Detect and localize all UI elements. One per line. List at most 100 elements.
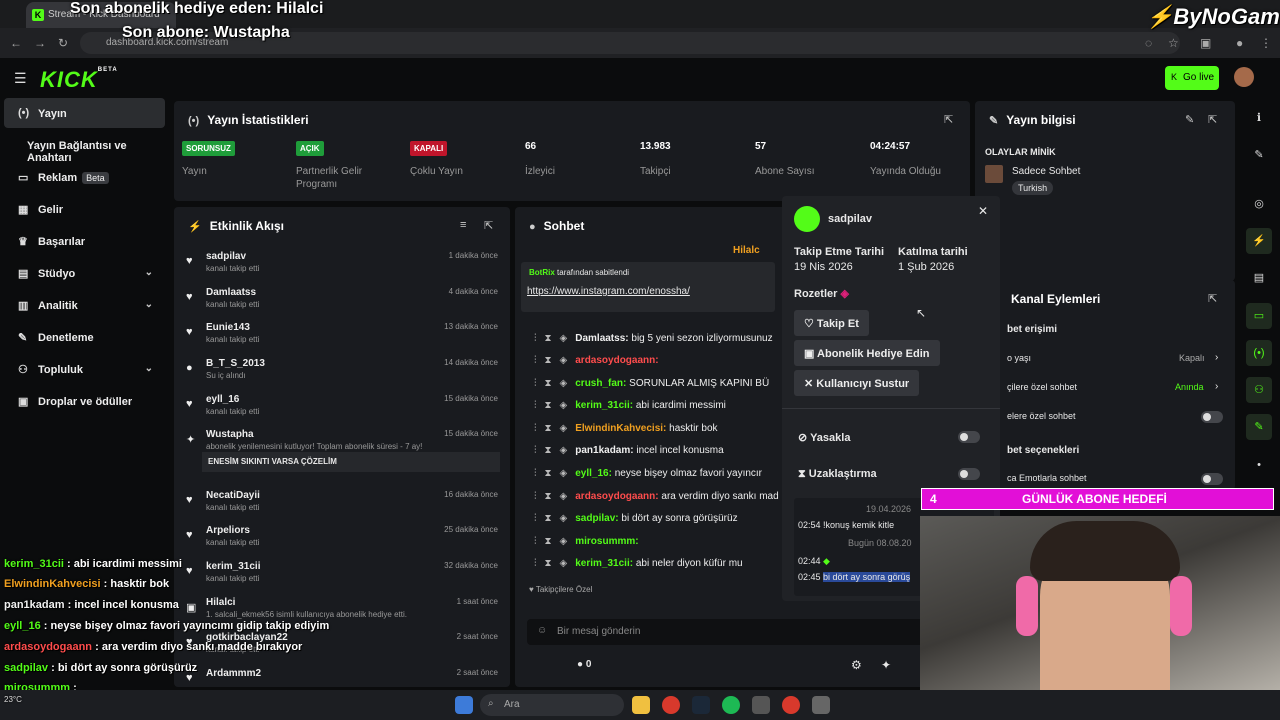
timeout-icon[interactable]: ⧗ bbox=[545, 355, 552, 366]
popout-icon[interactable]: ⇱ bbox=[484, 219, 493, 232]
mod-tools-icon[interactable]: ✦ bbox=[881, 658, 891, 672]
profile-icon[interactable]: ● bbox=[1236, 36, 1243, 50]
chat-username[interactable]: ElwindinKahvecisi bbox=[575, 423, 663, 434]
timeout-icon[interactable]: ⧗ bbox=[545, 468, 552, 479]
timeout-icon[interactable]: ⧗ bbox=[545, 491, 552, 502]
chat-username[interactable]: crush_fan bbox=[575, 378, 623, 389]
menu-kebab-icon[interactable]: ⋮ bbox=[1260, 36, 1272, 50]
ban-toggle[interactable] bbox=[958, 431, 980, 443]
timeout-icon[interactable]: ⧗ bbox=[545, 558, 552, 569]
pinned-link[interactable]: https://www.instagram.com/enossha/ bbox=[527, 286, 690, 297]
activity-username[interactable]: sadpilav bbox=[206, 251, 246, 262]
activity-username[interactable]: B_T_S_2013 bbox=[206, 358, 265, 369]
sidebar-item-denetleme[interactable]: ✎ Denetleme bbox=[4, 322, 165, 352]
spotify-icon[interactable] bbox=[722, 696, 740, 714]
sidebar-item-droplar[interactable]: ▣ Droplar ve ödüller bbox=[4, 386, 165, 416]
pin-icon[interactable]: ⫶ bbox=[534, 513, 537, 524]
setting-value[interactable]: Anında bbox=[1175, 382, 1204, 392]
activity-username[interactable]: eyll_16 bbox=[206, 394, 239, 405]
chat-message[interactable]: ⫶ ⧗ ◈ eyll_16: neyse bişey olmaz favori yay… bbox=[534, 468, 762, 479]
more-icon[interactable]: • bbox=[1246, 452, 1272, 478]
bolt-icon[interactable]: ⚡ bbox=[1246, 228, 1272, 254]
toggle-switch[interactable] bbox=[1201, 473, 1223, 485]
chat-username[interactable]: Damlaatss bbox=[575, 333, 625, 344]
pin-icon[interactable]: ⫶ bbox=[534, 491, 537, 502]
sidebar-item-topluluk[interactable]: ⚇ Topluluk ⌄ bbox=[4, 354, 165, 384]
activity-username[interactable]: Ardammm2 bbox=[206, 668, 261, 679]
chat-message[interactable]: ⫶ ⧗ ◈ crush_fan: SORUNLAR ALMIŞ KAPINI BÜ bbox=[534, 378, 769, 389]
pin-icon[interactable]: ⫶ bbox=[534, 468, 537, 479]
users-icon[interactable]: ⚇ bbox=[1246, 377, 1272, 403]
pin-icon[interactable]: ⫶ bbox=[534, 536, 537, 547]
timeout-icon[interactable]: ⧗ bbox=[545, 378, 552, 389]
activity-username[interactable]: Eunie143 bbox=[206, 322, 250, 333]
sidebar-item-basarilar[interactable]: ♛ Başarılar bbox=[4, 226, 165, 256]
popout-icon[interactable]: ⇱ bbox=[944, 113, 953, 126]
chat-message[interactable]: ⫶ ⧗ ◈ sadpilav: bi dört ay sonra görüşürüz bbox=[534, 513, 738, 524]
wrench-icon[interactable]: ✎ bbox=[1246, 414, 1272, 440]
activity-item[interactable]: ♥ kerim_31cii kanalı takip etti 32 dakik… bbox=[174, 561, 510, 591]
sidebar-item-gelir[interactable]: ▦ Gelir bbox=[4, 194, 165, 224]
pencil-icon[interactable]: ✎ bbox=[1246, 142, 1272, 168]
app-icon[interactable] bbox=[812, 696, 830, 714]
chat-username[interactable]: sadpilav bbox=[575, 513, 615, 524]
activity-username[interactable]: Arpeliors bbox=[206, 525, 250, 536]
timeout-icon[interactable]: ⧗ bbox=[545, 445, 552, 456]
toggle-switch[interactable] bbox=[1201, 411, 1223, 423]
chat-message[interactable]: ⫶ ⧗ ◈ kerim_31cii: abi neler diyon küfür mu bbox=[534, 558, 743, 569]
pin-icon[interactable]: ⫶ bbox=[534, 355, 537, 366]
activity-username[interactable]: Damlaatss bbox=[206, 287, 256, 298]
activity-username[interactable]: kerim_31cii bbox=[206, 561, 261, 572]
pin-icon[interactable]: ⫶ bbox=[534, 400, 537, 411]
activity-item[interactable]: ♥ Arpeliors kanalı takip etti 25 dakika … bbox=[174, 525, 510, 555]
extensions-icon[interactable]: ▣ bbox=[1200, 36, 1211, 50]
timeout-icon[interactable]: ⧗ bbox=[545, 333, 552, 344]
info-icon[interactable]: ℹ bbox=[1246, 105, 1272, 131]
timeout-icon[interactable]: ⧗ bbox=[545, 536, 552, 547]
timeout-icon[interactable]: ⧗ bbox=[545, 400, 552, 411]
activity-item[interactable]: ♥ sadpilav kanalı takip etti 1 dakika ön… bbox=[174, 251, 510, 281]
edit-icon[interactable]: ✎ bbox=[1185, 113, 1194, 126]
user-avatar[interactable] bbox=[1234, 67, 1254, 87]
forward-icon[interactable]: → bbox=[34, 36, 46, 50]
chevron-right-icon[interactable]: › bbox=[1215, 381, 1218, 392]
chat-username[interactable]: ardasoydogaann bbox=[575, 355, 655, 366]
steam-icon[interactable] bbox=[692, 696, 710, 714]
go-live-button[interactable]: K Go live bbox=[1165, 66, 1219, 90]
mute-user-button[interactable]: ✕ Kullanıcıyı Sustur bbox=[794, 370, 920, 396]
popout-icon[interactable]: ⇱ bbox=[1208, 292, 1217, 305]
back-icon[interactable]: ← bbox=[10, 36, 22, 50]
activity-username[interactable]: NecatiDayii bbox=[206, 490, 260, 501]
pin-icon[interactable]: ⫶ bbox=[534, 333, 537, 344]
activity-item[interactable]: ♥ NecatiDayii kanalı takip etti 16 dakik… bbox=[174, 490, 510, 520]
sidebar-item-studyo[interactable]: ▤ Stüdyo ⌄ bbox=[4, 258, 165, 288]
activity-username[interactable]: Wustapha bbox=[206, 429, 254, 440]
chat-message[interactable]: ⫶ ⧗ ◈ mirosummm: bbox=[534, 536, 639, 547]
gift-sub-button[interactable]: ▣ Abonelik Hediye Edin bbox=[794, 340, 940, 366]
pin-icon[interactable]: ⫶ bbox=[534, 445, 537, 456]
file-explorer-icon[interactable] bbox=[632, 696, 650, 714]
setting-value[interactable]: Kapalı bbox=[1179, 353, 1205, 363]
star-icon[interactable]: ☆ bbox=[1168, 36, 1179, 50]
clipboard-icon[interactable]: ▤ bbox=[1246, 265, 1272, 291]
sidebar-item-reklam[interactable]: ▭ Reklam Beta bbox=[4, 162, 165, 192]
hamburger-menu-icon[interactable]: ☰ bbox=[14, 70, 27, 87]
chat-message[interactable]: ⫶ ⧗ ◈ Damlaatss: big 5 yeni sezon izliyormu… bbox=[534, 333, 773, 344]
activity-item[interactable]: ✦ Wustapha abonelik yenilemesini kutluyo… bbox=[174, 429, 510, 472]
sidebar-item-analitik[interactable]: ▥ Analitik ⌄ bbox=[4, 290, 165, 320]
sidebar-item-stream-key[interactable]: Yayın Bağlantısı ve Anahtarı bbox=[4, 130, 165, 164]
windows-start-icon[interactable] bbox=[455, 696, 473, 714]
chat-username[interactable]: mirosummm bbox=[575, 536, 635, 547]
chat-username[interactable]: kerim_31cii bbox=[575, 558, 630, 569]
chat-username[interactable]: kerim_31cii bbox=[575, 400, 630, 411]
filter-icon[interactable]: ≡ bbox=[460, 219, 466, 231]
obs-icon[interactable] bbox=[752, 696, 770, 714]
timeout-icon[interactable]: ⧗ bbox=[545, 513, 552, 524]
pin-icon[interactable]: ⫶ bbox=[534, 378, 537, 389]
activity-item[interactable]: ♥ Eunie143 kanalı takip etti 13 dakika ö… bbox=[174, 322, 510, 352]
eye-off-icon[interactable]: ◌ bbox=[1145, 36, 1152, 50]
activity-item[interactable]: ♥ Damlaatss kanalı takip etti 4 dakika ö… bbox=[174, 287, 510, 317]
timeout-toggle[interactable] bbox=[958, 468, 980, 480]
chat-bubble-icon[interactable]: ▭ bbox=[1246, 303, 1272, 329]
pin-icon[interactable]: ⫶ bbox=[534, 558, 537, 569]
